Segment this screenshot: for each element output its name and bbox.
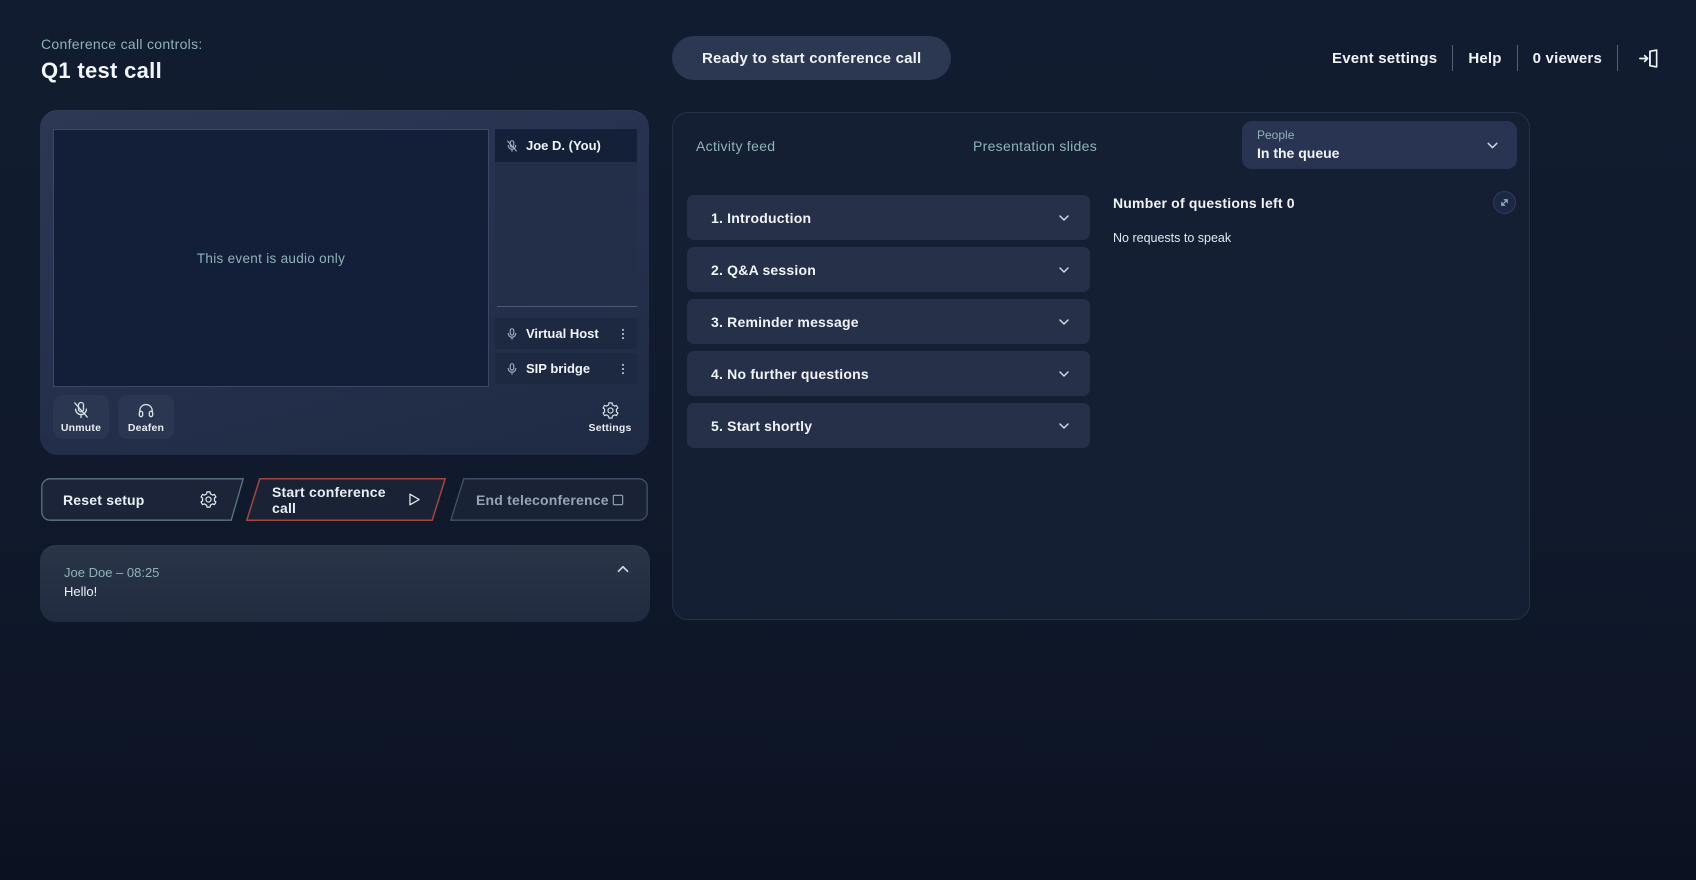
gear-icon (199, 490, 218, 509)
chevron-down-icon (1056, 262, 1072, 278)
mic-muted-icon (505, 139, 519, 153)
leave-door-icon[interactable] (1637, 47, 1660, 70)
chat-card: Joe Doe – 08:25 Hello! (40, 545, 650, 622)
stop-square-icon (610, 492, 626, 508)
headphones-icon (136, 400, 156, 420)
page-subtitle: Conference call controls: (41, 36, 203, 52)
page-header: Conference call controls: Q1 test call (41, 36, 203, 84)
feed-item-label: 5. Start shortly (711, 418, 812, 434)
chevron-down-icon (1056, 210, 1072, 226)
chevron-down-icon (1056, 366, 1072, 382)
chevron-down-icon (1056, 314, 1072, 330)
feed-item-label: 3. Reminder message (711, 314, 859, 330)
kebab-menu-icon[interactable] (616, 362, 630, 376)
deafen-label: Deafen (128, 422, 164, 434)
reset-setup-button[interactable]: Reset setup (41, 478, 244, 521)
header-actions: Event settings Help 0 viewers (1160, 36, 1660, 80)
chevron-down-icon (1484, 137, 1501, 154)
mic-icon (505, 327, 519, 341)
people-dropdown[interactable]: People In the queue (1242, 121, 1517, 169)
feed-item-introduction[interactable]: 1. Introduction (687, 195, 1090, 240)
unmute-label: Unmute (61, 422, 101, 434)
feed-item-no-further-questions[interactable]: 4. No further questions (687, 351, 1090, 396)
call-status-pill: Ready to start conference call (672, 36, 951, 80)
divider (1452, 45, 1453, 71)
people-dropdown-value: In the queue (1257, 145, 1339, 161)
page-title: Q1 test call (41, 58, 203, 84)
divider (1617, 45, 1618, 71)
chat-message: Hello! (64, 584, 97, 599)
play-icon (405, 491, 422, 508)
stage-card: This event is audio only Joe D. (You) (40, 110, 649, 455)
feed-item-qa-session[interactable]: 2. Q&A session (687, 247, 1090, 292)
start-conference-call-label: Start conference call (272, 484, 405, 516)
start-conference-call-button[interactable]: Start conference call (246, 478, 446, 521)
divider (1517, 45, 1518, 71)
end-teleconference-button[interactable]: End teleconference (450, 478, 648, 521)
feed-item-reminder-message[interactable]: 3. Reminder message (687, 299, 1090, 344)
chevron-up-icon[interactable] (614, 560, 632, 578)
chat-author-time: Joe Doe – 08:25 (64, 565, 159, 580)
participant-virtual-host[interactable]: Virtual Host (495, 318, 637, 349)
viewers-count[interactable]: 0 viewers (1533, 50, 1602, 67)
expand-queue-button[interactable] (1493, 191, 1516, 214)
participant-name: Joe D. (You) (526, 138, 601, 153)
end-teleconference-label: End teleconference (476, 492, 609, 508)
settings-button[interactable]: Settings (583, 395, 637, 439)
event-settings-link[interactable]: Event settings (1332, 50, 1437, 67)
feed-item-label: 2. Q&A session (711, 262, 816, 278)
participant-name: SIP bridge (526, 361, 609, 376)
mic-muted-icon (71, 400, 91, 420)
feed-item-label: 1. Introduction (711, 210, 811, 226)
participant-sip-bridge[interactable]: SIP bridge (495, 353, 637, 384)
tab-activity-feed[interactable]: Activity feed (696, 138, 775, 154)
reset-setup-label: Reset setup (63, 492, 145, 508)
activity-panel: Activity feed Presentation slides People… (672, 112, 1530, 620)
divider (497, 306, 637, 307)
participant-self[interactable]: Joe D. (You) (495, 129, 637, 162)
kebab-menu-icon[interactable] (616, 327, 630, 341)
feed-item-start-shortly[interactable]: 5. Start shortly (687, 403, 1090, 448)
tab-presentation-slides[interactable]: Presentation slides (973, 138, 1097, 154)
unmute-button[interactable]: Unmute (53, 395, 109, 439)
video-area: This event is audio only (53, 129, 489, 387)
gear-icon (601, 401, 620, 420)
feed-item-label: 4. No further questions (711, 366, 869, 382)
settings-label: Settings (588, 422, 631, 434)
people-dropdown-label: People (1257, 128, 1294, 142)
deafen-button[interactable]: Deafen (118, 395, 174, 439)
chevron-down-icon (1056, 418, 1072, 434)
audio-only-label: This event is audio only (197, 251, 345, 266)
participant-column: Joe D. (You) (495, 129, 637, 306)
help-link[interactable]: Help (1468, 50, 1501, 67)
mic-icon (505, 362, 519, 376)
participant-name: Virtual Host (526, 326, 609, 341)
expand-diagonal-icon (1498, 196, 1511, 209)
no-requests-label: No requests to speak (1113, 231, 1231, 245)
questions-left-label: Number of questions left 0 (1113, 195, 1295, 211)
